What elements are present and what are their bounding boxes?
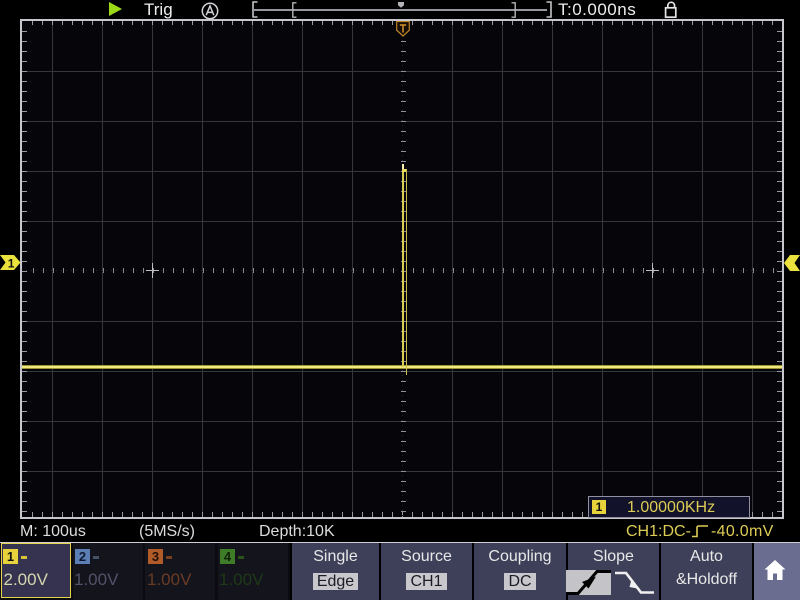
- svg-text:1: 1: [8, 257, 15, 271]
